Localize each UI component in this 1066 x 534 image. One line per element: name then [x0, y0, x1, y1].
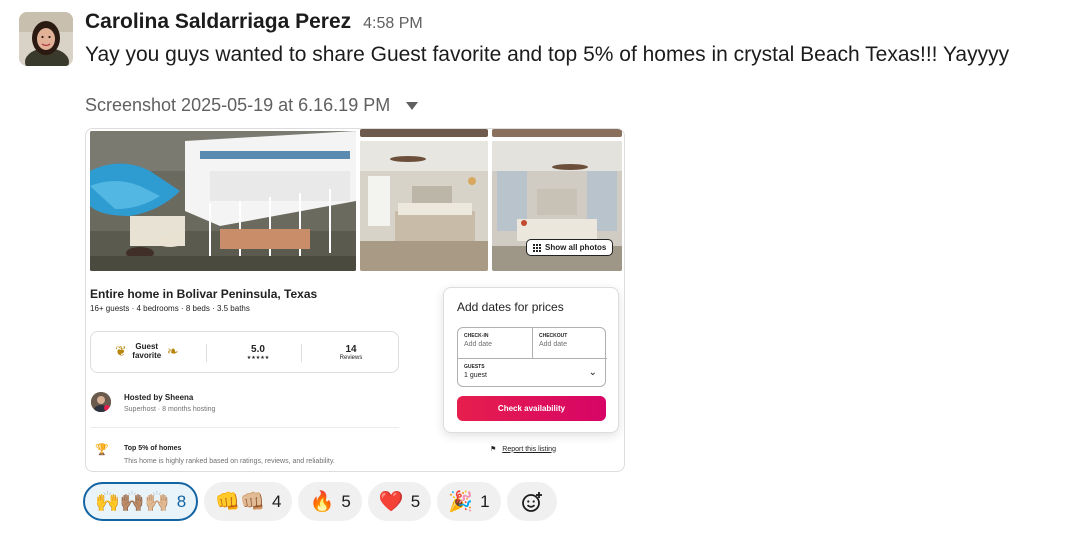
rating-value: 5.0 — [251, 344, 265, 355]
trophy-icon: 🏆 — [95, 444, 109, 456]
checkin-label: CHECK-IN — [464, 333, 489, 339]
attachment-header: Screenshot 2025-05-19 at 6.16.19 PM — [85, 95, 419, 116]
photo-strip-2 — [492, 129, 622, 137]
reaction-fist-bump[interactable]: 👊👊🏼 4 — [204, 482, 293, 521]
date-picker: CHECK-IN Add date CHECKOUT Add date GUES… — [457, 327, 607, 388]
report-listing-link: Report this listing — [502, 445, 556, 453]
reaction-count: 4 — [272, 491, 282, 511]
message-timestamp[interactable]: 4:58 PM — [363, 15, 423, 33]
photo-exterior — [90, 131, 356, 271]
checkin-value: Add date — [464, 341, 493, 348]
checkout-label: CHECKOUT — [539, 333, 568, 339]
top-homes-title: Top 5% of homes — [124, 445, 182, 452]
listing-photo-gallery: Show all photos — [90, 129, 622, 271]
sender-name[interactable]: Carolina Saldarriaga Perez — [85, 10, 351, 34]
listing-subtitle: 16+ guests · 4 bedrooms · 8 beds · 3.5 b… — [90, 304, 250, 313]
laurel-left-icon: ❦ — [115, 342, 127, 359]
checkout-field: CHECKOUT Add date — [533, 328, 607, 358]
reviews-label: Reviews — [339, 355, 363, 361]
chevron-down-icon[interactable] — [406, 101, 419, 110]
booking-title: Add dates for prices — [457, 300, 564, 314]
sender-avatar[interactable] — [19, 12, 73, 66]
guests-field: GUESTS 1 guest ⌄ — [458, 359, 607, 388]
host-avatar — [91, 392, 111, 412]
rating: 5.0 ★★★★★ — [243, 344, 273, 361]
flag-icon: ⚑ — [490, 446, 497, 453]
laurel-right-icon: ❧ — [166, 342, 179, 359]
grid-icon — [533, 243, 541, 252]
message-header: Carolina Saldarriaga Perez 4:58 PM — [85, 10, 423, 34]
show-all-photos-button: Show all photos — [526, 239, 614, 256]
add-emoji-icon — [521, 491, 542, 512]
listing-title: Entire home in Bolivar Peninsula, Texas — [90, 287, 318, 301]
reaction-count: 1 — [480, 491, 490, 511]
attachment-image[interactable]: Show all photos Entire home in Bolivar P… — [85, 128, 625, 472]
guest-favorite-badge: ❦ Guest favorite ❧ — [115, 342, 178, 360]
divider — [90, 427, 399, 428]
fist-bump-icon: 👊👊🏼 — [215, 490, 265, 513]
fire-icon: 🔥 — [309, 490, 335, 513]
chevron-down-icon: ⌄ — [588, 367, 597, 378]
add-reaction-button[interactable] — [506, 482, 557, 521]
divider — [206, 344, 207, 362]
checkout-value: Add date — [539, 341, 568, 348]
guests-label: GUESTS — [464, 364, 485, 370]
booking-card: Add dates for prices CHECK-IN Add date C… — [443, 287, 619, 433]
reviews: 14 Reviews — [331, 344, 371, 361]
guest-favorite-label: Guest favorite — [132, 342, 162, 360]
party-popper-icon: 🎉 — [448, 490, 474, 513]
reactions-bar: 🙌🙌🏽🙌🏼 8 👊👊🏼 4 🔥 5 ❤️ 5 🎉 1 — [83, 482, 557, 521]
photo-strip-1 — [360, 129, 488, 137]
divider — [301, 344, 302, 362]
check-availability-button: Check availability — [457, 396, 606, 421]
message-text: Yay you guys wanted to share Guest favor… — [85, 43, 1010, 66]
star-rating-icon: ★★★★★ — [246, 355, 270, 361]
message: Carolina Saldarriaga Perez 4:58 PM Yay y… — [0, 0, 1066, 534]
reaction-count: 5 — [410, 491, 421, 511]
attachment-name[interactable]: Screenshot 2025-05-19 at 6.16.19 PM — [85, 95, 390, 116]
photo-bedroom — [360, 141, 488, 271]
reviews-count: 14 — [345, 344, 357, 355]
show-all-photos-label: Show all photos — [545, 243, 607, 252]
raising-hands-icon: 🙌🙌🏽🙌🏼 — [95, 490, 170, 513]
guest-favorite-card: ❦ Guest favorite ❧ 5.0 ★★★★★ 14 Reviews — [90, 331, 399, 373]
reaction-raising-hands[interactable]: 🙌🙌🏽🙌🏼 8 — [83, 482, 199, 521]
reaction-count: 5 — [341, 491, 351, 511]
host-name: Hosted by Sheena — [124, 393, 194, 402]
reaction-heart[interactable]: ❤️ 5 — [367, 482, 432, 521]
reaction-party-popper[interactable]: 🎉 1 — [437, 482, 501, 521]
checkin-field: CHECK-IN Add date — [458, 328, 532, 358]
reaction-count: 8 — [176, 491, 187, 511]
top-homes-subtitle: This home is highly ranked based on rati… — [124, 458, 335, 465]
heart-icon: ❤️ — [378, 490, 404, 513]
reaction-fire[interactable]: 🔥 5 — [298, 482, 362, 521]
host-subtitle: Superhost · 8 months hosting — [124, 406, 216, 413]
guests-value: 1 guest — [464, 372, 487, 379]
report-listing: ⚑ Report this listing — [490, 445, 556, 454]
